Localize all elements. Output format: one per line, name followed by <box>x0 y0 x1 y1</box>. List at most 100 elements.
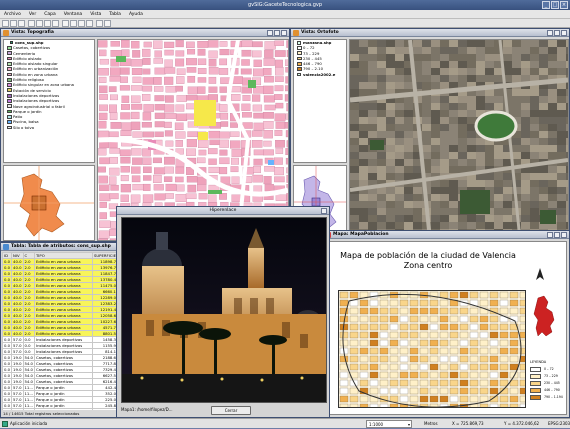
menu-ver[interactable]: Ver <box>25 10 40 19</box>
table-row[interactable]: 0.040.02.0Edificio en zona urbana11898.7 <box>3 259 118 265</box>
window-close-icon[interactable] <box>561 232 567 238</box>
select-icon[interactable] <box>52 20 59 27</box>
table-row[interactable]: 0.040.02.0Edificio en zona urbana13976.7 <box>3 265 118 271</box>
legend-label: Edificio religioso <box>13 77 44 82</box>
layer-label: 446 – 790 <box>303 61 322 66</box>
minimize-button[interactable]: _ <box>542 1 550 9</box>
attribute-table-titlebar[interactable]: Tabla: Tabla de atributos: cons_sup.shp <box>1 243 119 251</box>
area-icon[interactable] <box>78 20 85 27</box>
new-icon[interactable] <box>2 20 9 27</box>
legend-label: Silo o tolva <box>13 125 34 130</box>
layer-add-icon[interactable] <box>96 20 103 27</box>
map-layout-title: Mapa de población de la ciudad de Valenc… <box>328 251 528 271</box>
close-button[interactable]: × <box>560 1 568 9</box>
legend-swatch <box>297 67 302 71</box>
view-ortofoto-title: Vista: Ortofoto <box>301 30 339 35</box>
legend-swatch <box>7 73 12 77</box>
table-row[interactable]: 0.040.02.0Edificio en zona urbana11475.0 <box>3 283 118 289</box>
table-cell: 19.0 <box>12 367 23 373</box>
zoom-out-icon[interactable] <box>36 20 43 27</box>
table-cell: 40.0 <box>12 331 23 337</box>
legend-item: Silo o tolva <box>4 125 94 130</box>
maximize-button[interactable]: □ <box>551 1 559 9</box>
table-cell: 57.0 <box>12 385 23 391</box>
hyperlink-close-button[interactable]: Cerrar <box>211 406 251 415</box>
map-legend-item: 230 – 445 <box>530 380 566 387</box>
table-row[interactable]: 0.040.02.0Edificio en zona urbana12289.0 <box>3 295 118 301</box>
save-icon[interactable] <box>18 20 25 27</box>
table-icon[interactable] <box>104 20 111 27</box>
view-topografia-titlebar[interactable]: Vista: Topografia <box>1 29 289 37</box>
map-layout-page[interactable]: Mapa de población de la ciudad de Valenc… <box>327 241 567 415</box>
zoom-in-icon[interactable] <box>28 20 35 27</box>
window-close-icon[interactable] <box>281 30 287 36</box>
view-icon <box>3 30 9 36</box>
hyperlink-titlebar[interactable]: Hiperenlace <box>117 207 329 215</box>
scale-combo[interactable]: 1:1000▾ <box>366 420 412 428</box>
table-cell: 40.0 <box>12 307 23 313</box>
topografia-locator-map[interactable] <box>3 165 95 241</box>
legend-label: Nave agroindustrial o fabril <box>13 104 65 109</box>
menu-tabla[interactable]: Tabla <box>105 10 125 19</box>
legend-swatch <box>530 367 541 372</box>
menu-ventana[interactable]: Ventana <box>60 10 86 19</box>
legend-swatch <box>7 57 12 61</box>
table-row[interactable]: 0.040.02.0Edificio en zona urbana12383.2 <box>3 301 118 307</box>
menu-ayuda[interactable]: Ayuda <box>125 10 147 19</box>
window-close-icon[interactable] <box>561 30 567 36</box>
map-legend-label: 446 – 790 <box>544 388 560 392</box>
layer-visibility-checkbox[interactable] <box>297 41 301 45</box>
table-cell: 19.0 <box>12 361 23 367</box>
app-title: gvSIG:GaceteTecnologica.gvp <box>248 2 322 8</box>
window-minimize-icon[interactable] <box>267 30 273 36</box>
view-ortofoto-window: Vista: Ortofoto manzana.shp0 – 7273 – 22… <box>290 28 570 242</box>
menu-capa[interactable]: Capa <box>40 10 60 19</box>
legend-swatch <box>7 67 12 71</box>
table-row[interactable]: 0.040.02.0Edificio en zona urbana10227.6 <box>3 319 118 325</box>
hyperlink-icon[interactable] <box>86 20 93 27</box>
table-row[interactable]: 0.040.02.0Edificio en zona urbana12191.4 <box>3 307 118 313</box>
window-minimize-icon[interactable] <box>547 232 553 238</box>
table-cell: 57.0 <box>12 343 23 349</box>
layer-visibility-checkbox[interactable] <box>297 73 301 77</box>
window-maximize-icon[interactable] <box>274 30 280 36</box>
table-cell: 40.0 <box>12 313 23 319</box>
legend-swatch <box>7 83 12 87</box>
window-close-icon[interactable] <box>321 208 327 214</box>
table-row[interactable]: 0.040.02.0Edificio en zona urbana11847.7 <box>3 271 118 277</box>
ortofoto-layer-item[interactable]: valencia2002.e <box>294 72 346 77</box>
window-minimize-icon[interactable] <box>547 30 553 36</box>
table-row[interactable]: 0.040.02.0Edificio en zona urbana12058.6 <box>3 313 118 319</box>
legend-label: Piscina, balsa <box>13 119 39 124</box>
table-icon <box>3 244 9 250</box>
menu-vista[interactable]: Vista <box>86 10 105 19</box>
table-row[interactable]: 0.040.02.0Edificio en zona urbana13780.4 <box>3 277 118 283</box>
view-ortofoto-titlebar[interactable]: Vista: Ortofoto <box>291 29 569 37</box>
menu-bar: ArchivoVerCapaVentanaVistaTablaAyuda <box>0 10 570 19</box>
legend-swatch <box>7 99 12 103</box>
map-window-title: Mapa: MapaPoblacion <box>333 232 389 237</box>
table-cell: 19.0 <box>12 355 23 361</box>
layer-label: 790 – 2.10 <box>303 66 323 71</box>
legend-label: Casetas, cobertizos <box>13 45 50 50</box>
legend-label: Instalaciones deportivas <box>13 93 59 98</box>
table-cell: 40.0 <box>12 295 23 301</box>
ortofoto-map-canvas[interactable] <box>349 39 569 241</box>
map-locator-icon <box>530 294 558 338</box>
hyperlink-window: Hiperenlace <box>116 206 330 418</box>
app-title-bar: gvSIG:GaceteTecnologica.gvp _ □ × <box>0 0 570 10</box>
column-header[interactable]: SUPERFICIE <box>92 253 117 259</box>
menu-archivo[interactable]: Archivo <box>0 10 25 19</box>
legend-label: Edificio en zona urbana <box>13 72 58 77</box>
pan-icon[interactable] <box>44 20 51 27</box>
map-window-titlebar[interactable]: Mapa: MapaPoblacion <box>323 231 569 239</box>
info-icon[interactable] <box>62 20 69 27</box>
table-row[interactable]: 0.057.011...Parque o jardín112.8 <box>3 409 118 411</box>
open-icon[interactable] <box>10 20 17 27</box>
layer-label: valencia2002.e <box>303 72 335 77</box>
legend-swatch <box>7 104 12 108</box>
window-maximize-icon[interactable] <box>554 232 560 238</box>
attribute-table-grid[interactable]: IDNIVCTIPOSUPERFICIE 0.040.02.0Edificio … <box>2 252 118 410</box>
measure-icon[interactable] <box>70 20 77 27</box>
window-maximize-icon[interactable] <box>554 30 560 36</box>
